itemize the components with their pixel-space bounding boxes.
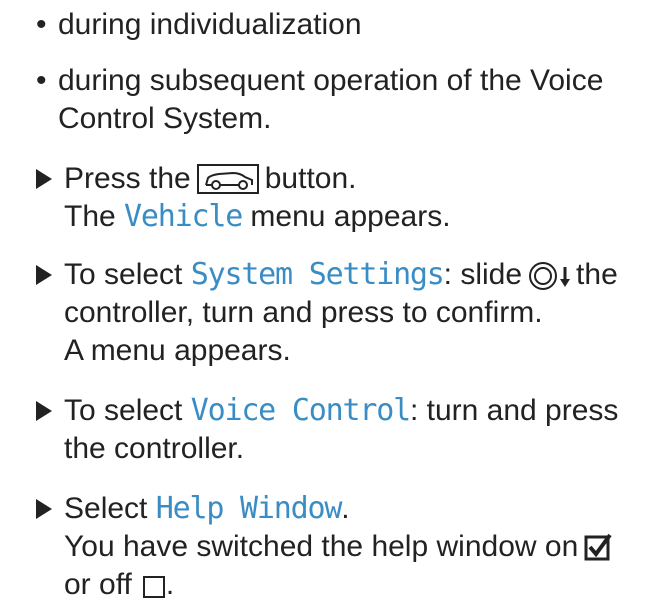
step-result: A menu appears. [64, 334, 291, 367]
menu-name-voice-control: Voice Control [190, 393, 411, 428]
checkbox-empty-icon [142, 569, 166, 611]
bullet-icon: • [36, 8, 47, 41]
step-press-button: Press the button. [36, 158, 356, 200]
step-text: the [576, 258, 618, 291]
step-text: the controller. [64, 432, 245, 465]
step-text: or off [64, 568, 132, 601]
bullet-text: during individualization [58, 8, 362, 41]
step-text: . [341, 492, 350, 525]
bullet-continuation: Control System. [58, 102, 272, 135]
step-result: The Vehicle menu appears. [64, 196, 451, 238]
menu-name-help-window: Help Window [155, 491, 343, 526]
bullet-icon: • [36, 64, 47, 97]
manual-page: • during individualization • during subseq… [0, 0, 650, 601]
step-text: button. [264, 162, 357, 195]
bullet-item: • during individualization [36, 4, 362, 46]
step-arrow-icon [36, 401, 52, 421]
step-text: The [64, 200, 116, 233]
step-arrow-icon [36, 169, 52, 189]
step-text: Press the [64, 162, 191, 195]
bullet-item: • during subsequent operation of the Voic… [36, 60, 603, 102]
step-select-help-window: Select Help Window. [36, 488, 350, 530]
step-text: To select [64, 394, 183, 427]
step-arrow-icon [36, 499, 52, 519]
menu-name-vehicle: Vehicle [124, 199, 243, 234]
step-text: : turn and press [409, 394, 619, 427]
step-text: . [165, 568, 175, 601]
menu-name-system-settings: System Settings [190, 257, 445, 292]
checkbox-checked-icon [584, 531, 612, 573]
step-arrow-icon [36, 265, 52, 285]
step-text: controller, turn and press to confirm. [64, 296, 543, 329]
step-text: Select [64, 492, 148, 525]
car-vehicle-icon [196, 164, 259, 194]
step-text: You have switched the help window on [64, 530, 579, 563]
step-text: To select [64, 258, 183, 291]
step-text: : slide [443, 258, 523, 291]
step-result: or off . [64, 564, 174, 611]
bullet-text: during subsequent operation of the Voice [58, 64, 604, 97]
step-select-voice-control: To select Voice Control: turn and press [36, 390, 618, 432]
step-text: menu appears. [250, 200, 451, 233]
